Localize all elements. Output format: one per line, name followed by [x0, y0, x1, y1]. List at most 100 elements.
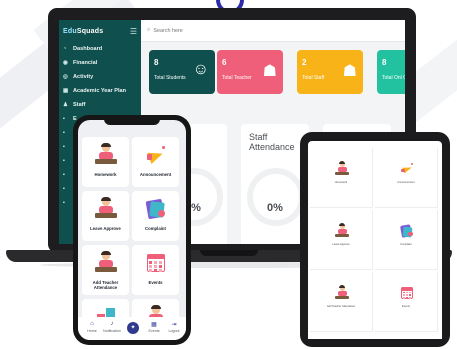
search-input[interactable]	[153, 27, 274, 34]
phone-tile-label: Events	[148, 280, 163, 285]
menu-icon: ▪	[63, 158, 65, 164]
tablet-tile[interactable]: Events	[375, 272, 438, 332]
activity-icon: ◎	[63, 74, 68, 80]
phone-nav-label: Logout	[168, 329, 180, 333]
teacher-attendance-icon	[95, 251, 117, 274]
menu-icon: ▪	[63, 130, 65, 136]
tablet-tile[interactable]: Complaint	[375, 210, 438, 270]
stat-label: Total Staff	[302, 75, 325, 81]
phone-nav-item[interactable]: ⇥ Logout	[164, 321, 184, 333]
sidebar-item[interactable]: ▦ Academic Year Plan	[59, 84, 141, 98]
phone-tile[interactable]: Announcement	[132, 137, 179, 187]
laptop-notch	[200, 250, 258, 256]
menu-icon: ▪	[63, 186, 65, 192]
staff-icon: ♟	[63, 102, 68, 108]
tablet-tile[interactable]: Announcement	[375, 148, 438, 208]
stat-card[interactable]: 8 Total Students ☺	[149, 50, 215, 94]
events-icon: ▦	[151, 322, 157, 328]
home-icon: ⌂	[90, 321, 94, 327]
phone-nav-item[interactable]: ▦ Events	[144, 321, 164, 333]
stat-number: 8	[382, 58, 387, 67]
megaphone-icon	[145, 144, 167, 166]
phone-tile[interactable]: Add Teacher Attendance	[82, 245, 129, 295]
tablet-tile[interactable]: Add Teacher Attendance	[310, 272, 373, 332]
stat-number: 2	[302, 58, 307, 67]
sidebar-item-label: Staff	[73, 102, 86, 108]
tablet-tile-label: Homework	[334, 181, 348, 184]
center-action-button[interactable]: ✦	[127, 322, 139, 334]
phone-tile-label: Announcement	[139, 172, 172, 177]
stat-label: Total Onl Class	[382, 75, 405, 81]
leave-approve-icon	[335, 223, 350, 238]
tablet-tile-label: Complaint	[400, 243, 412, 246]
megaphone-icon	[400, 162, 414, 176]
stat-label: Total Students	[154, 75, 186, 81]
tablet-tile[interactable]: Homework	[310, 148, 373, 208]
menu-icon: ▪	[63, 172, 65, 178]
tablet-tile-label: Events	[402, 305, 410, 308]
hamburger-menu-icon[interactable]: ☰	[130, 27, 137, 36]
sidebar-item[interactable]: ◉ Financial	[59, 56, 141, 70]
calendar-icon: ▦	[63, 88, 69, 94]
sidebar-item-label: Dashboard	[73, 46, 103, 52]
brand-logo-part2: Squads	[76, 27, 104, 35]
calendar-icon	[400, 286, 414, 300]
attendance-ring	[247, 168, 305, 226]
sidebar-item[interactable]: ◔ Dashboard	[59, 42, 141, 56]
logout-icon: ⇥	[171, 322, 177, 328]
sidebar-item-label: Activity	[73, 74, 94, 80]
financial-icon: ◉	[63, 60, 68, 66]
attendance-value: 0%	[267, 202, 283, 214]
phone-notch	[104, 117, 160, 125]
phone-bottom-nav: ✦ ⌂ Home ♪ Notification ▦ Events ⇥ Logout	[78, 317, 186, 340]
phone-nav-label: Notification	[103, 329, 121, 333]
phone-nav-label: Home	[87, 329, 97, 333]
stat-label: Total Teacher	[222, 75, 252, 81]
complaint-icon	[400, 224, 414, 238]
sidebar-item[interactable]: ♟ Staff	[59, 98, 141, 112]
stat-card[interactable]: 2 Total Staff ☗	[297, 50, 363, 94]
phone-tile[interactable]: Leave Approve	[82, 191, 129, 241]
tablet-tile-label: Announcement	[397, 181, 415, 184]
dashboard-icon: ◔	[63, 46, 67, 52]
brand-row: EduSquads ☰	[59, 20, 141, 42]
tablet-tile-label: Add Teacher Attendance	[326, 305, 356, 308]
bell-icon: ♪	[110, 321, 114, 327]
complaint-icon	[145, 198, 167, 220]
menu-icon: ▪	[63, 144, 65, 150]
tablet-tile[interactable]: Leave Approve	[310, 210, 373, 270]
search-icon: ⌕	[147, 27, 151, 33]
menu-icon: ▪	[63, 200, 65, 206]
phone-tile[interactable]: Events	[132, 245, 179, 295]
phone-nav-label: Events	[148, 329, 160, 333]
attendance-panel: Staff Attendance 0%	[241, 124, 309, 244]
phone-tile-label: Add Teacher Attendance	[92, 280, 119, 290]
phone-tile[interactable]: Homework	[82, 137, 129, 187]
brand-logo[interactable]: EduSquads	[63, 28, 103, 35]
top-bar: ⌕	[141, 20, 405, 42]
phone-tile[interactable]: Complaint	[132, 191, 179, 241]
reading-student-icon: ☺	[192, 61, 209, 78]
tablet-tile-label: Leave Approve	[332, 243, 350, 246]
homework-icon	[335, 161, 350, 176]
leave-approve-icon	[95, 197, 117, 220]
phone-nav-item[interactable]: ⌂ Home	[82, 321, 102, 333]
calendar-icon	[145, 252, 167, 274]
tablet-bottom-nav	[308, 333, 442, 339]
staff-group-icon: ☗	[342, 63, 357, 80]
teacher-attendance-icon	[335, 285, 350, 300]
phone-tile-label: Homework	[94, 172, 117, 177]
phone-tile-label: Leave Approve	[90, 226, 121, 231]
sidebar-item[interactable]: ◎ Activity	[59, 70, 141, 84]
stat-card[interactable]: 6 Total Teacher ☗	[217, 50, 283, 94]
stat-card[interactable]: 8Total Onl Class◨	[377, 50, 405, 94]
stat-number: 8	[154, 58, 159, 67]
teachers-group-icon: ☗	[262, 63, 277, 80]
phone-tile-label: Complaint	[144, 226, 166, 231]
brand-logo-part1: Edu	[63, 27, 77, 35]
homework-icon	[95, 143, 117, 166]
phone-nav-item[interactable]: ♪ Notification	[102, 321, 122, 333]
sidebar-item-label: Academic Year Plan	[73, 88, 127, 94]
menu-icon: ▪	[63, 116, 65, 122]
sidebar-item-label: Financial	[73, 60, 98, 66]
